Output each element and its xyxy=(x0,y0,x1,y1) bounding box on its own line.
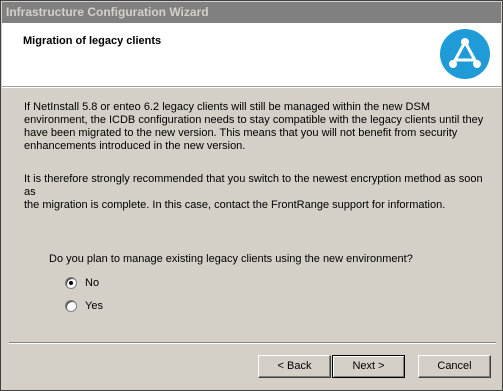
footer-divider xyxy=(9,342,496,344)
radio-label-no: No xyxy=(85,277,100,289)
back-button[interactable]: < Back xyxy=(258,355,331,378)
wizard-window: Infrastructure Configuration Wizard Migr… xyxy=(0,0,503,391)
radio-option-no[interactable]: No xyxy=(65,275,99,291)
question-label: Do you plan to manage existing legacy cl… xyxy=(49,253,413,265)
info-paragraph-1: If NetInstall 5.8 or enteo 6.2 legacy cl… xyxy=(24,101,484,152)
next-button[interactable]: Next > xyxy=(332,355,405,378)
header-divider xyxy=(2,87,501,88)
info-paragraph-2: It is therefore strongly recommended tha… xyxy=(24,173,483,211)
wizard-header: Migration of legacy clients xyxy=(2,23,501,87)
radio-option-yes[interactable]: Yes xyxy=(65,298,103,314)
radio-label-yes: Yes xyxy=(85,300,103,312)
radio-button-no[interactable] xyxy=(65,277,77,289)
window-title: Infrastructure Configuration Wizard xyxy=(2,2,501,23)
radio-button-yes[interactable] xyxy=(65,300,77,312)
cancel-button[interactable]: Cancel xyxy=(418,355,491,378)
frontrange-logo-icon xyxy=(440,29,490,79)
page-title: Migration of legacy clients xyxy=(23,35,162,47)
